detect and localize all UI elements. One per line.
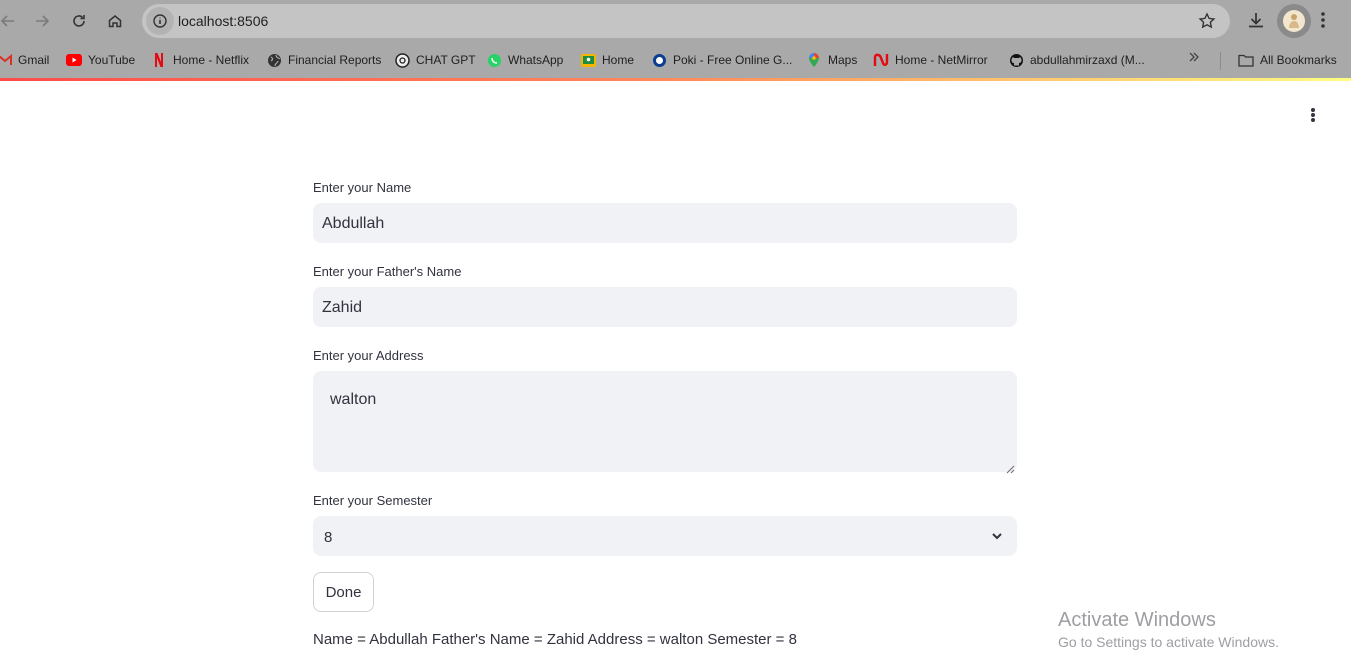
all-bookmarks-button[interactable]: All Bookmarks — [1238, 51, 1337, 69]
profile-avatar[interactable] — [1277, 4, 1311, 38]
maps-icon — [806, 52, 822, 68]
watermark-subtitle: Go to Settings to activate Windows. — [1058, 634, 1279, 650]
father-name-input[interactable]: Zahid — [313, 287, 1017, 327]
more-bookmarks-chevron-icon[interactable] — [1188, 50, 1200, 66]
url-text[interactable]: localhost:8506 — [178, 13, 268, 29]
classroom-icon — [580, 52, 596, 68]
bookmark-label: WhatsApp — [508, 53, 564, 67]
semester-label: Enter your Semester — [313, 493, 433, 508]
bookmarks-bar: Gmail YouTube Home - Netflix Financial R… — [0, 42, 1351, 78]
main-menu-icon[interactable] — [1304, 106, 1322, 124]
result-text: Name = Abdullah Father's Name = Zahid Ad… — [313, 631, 797, 648]
bookmark-label: Gmail — [18, 53, 50, 67]
whatsapp-icon — [486, 52, 502, 68]
name-input[interactable]: Abdullah — [313, 203, 1017, 243]
address-textarea[interactable]: walton — [313, 371, 1017, 474]
all-bookmarks-label: All Bookmarks — [1260, 53, 1337, 67]
folder-icon — [1238, 52, 1254, 68]
gmail-icon — [0, 52, 12, 68]
chevron-down-icon[interactable] — [991, 529, 1003, 547]
bookmark-netmirror[interactable]: Home - NetMirror — [873, 51, 988, 69]
reload-icon[interactable] — [67, 9, 91, 33]
chatgpt-icon — [394, 52, 410, 68]
bookmark-chatgpt[interactable]: CHAT GPT — [394, 51, 476, 69]
site-info-icon[interactable] — [146, 7, 174, 35]
streamlit-header-decoration — [0, 78, 1351, 81]
bookmark-youtube[interactable]: YouTube — [66, 51, 135, 69]
netflix-icon — [151, 52, 167, 68]
bookmark-poki[interactable]: Poki - Free Online G... — [651, 51, 792, 69]
bookmark-label: CHAT GPT — [416, 53, 476, 67]
back-arrow-icon[interactable] — [0, 9, 20, 33]
avatar-image — [1283, 10, 1305, 32]
bookmark-label: abdullahmirzaxd (M... — [1030, 53, 1145, 67]
bookmark-label: Poki - Free Online G... — [673, 53, 793, 67]
download-icon[interactable] — [1246, 10, 1266, 35]
father-name-input-value[interactable]: Zahid — [322, 299, 362, 317]
bookmark-financial-reports[interactable]: Financial Reports — [266, 51, 381, 69]
github-icon — [1008, 52, 1024, 68]
bookmark-maps[interactable]: Maps — [806, 51, 857, 69]
bookmark-gmail[interactable]: Gmail — [0, 51, 49, 69]
name-input-value[interactable]: Abdullah — [322, 215, 384, 233]
done-button[interactable]: Done — [313, 572, 374, 612]
bookmark-label: Home - NetMirror — [895, 53, 988, 67]
name-label: Enter your Name — [313, 180, 412, 195]
resize-handle-icon[interactable] — [1006, 461, 1015, 474]
address-label: Enter your Address — [313, 348, 424, 363]
semester-selected-value: 8 — [324, 529, 333, 546]
father-name-label: Enter your Father's Name — [313, 264, 462, 279]
address-bar[interactable]: localhost:8506 — [142, 4, 1230, 38]
address-textarea-value[interactable]: walton — [330, 391, 376, 409]
windows-activation-watermark: Activate Windows Go to Settings to activ… — [1058, 609, 1279, 650]
bookmark-label: Home — [602, 53, 635, 67]
bookmark-label: Home - Netflix — [173, 53, 250, 67]
bookmark-netflix[interactable]: Home - Netflix — [151, 51, 249, 69]
browser-menu-icon[interactable] — [1320, 11, 1326, 34]
home-icon[interactable] — [103, 9, 127, 33]
bookmark-label: YouTube — [88, 53, 136, 67]
watermark-title: Activate Windows — [1058, 609, 1216, 631]
semester-select[interactable]: 8 — [313, 516, 1017, 556]
bookmark-label: Financial Reports — [288, 53, 382, 67]
bookmark-star-icon[interactable] — [1198, 12, 1216, 30]
bookmark-home[interactable]: Home — [580, 51, 634, 69]
bookmark-whatsapp[interactable]: WhatsApp — [486, 51, 563, 69]
bookmark-label: Maps — [828, 53, 858, 67]
poki-icon — [651, 52, 667, 68]
netmirror-icon — [873, 52, 889, 68]
bookmark-github[interactable]: abdullahmirzaxd (M... — [1008, 51, 1145, 69]
browser-toolbar: localhost:8506 — [0, 0, 1351, 42]
youtube-icon — [66, 52, 82, 68]
bookmarks-divider — [1220, 52, 1221, 70]
forward-arrow-icon[interactable] — [30, 9, 54, 33]
globe-icon — [266, 52, 282, 68]
